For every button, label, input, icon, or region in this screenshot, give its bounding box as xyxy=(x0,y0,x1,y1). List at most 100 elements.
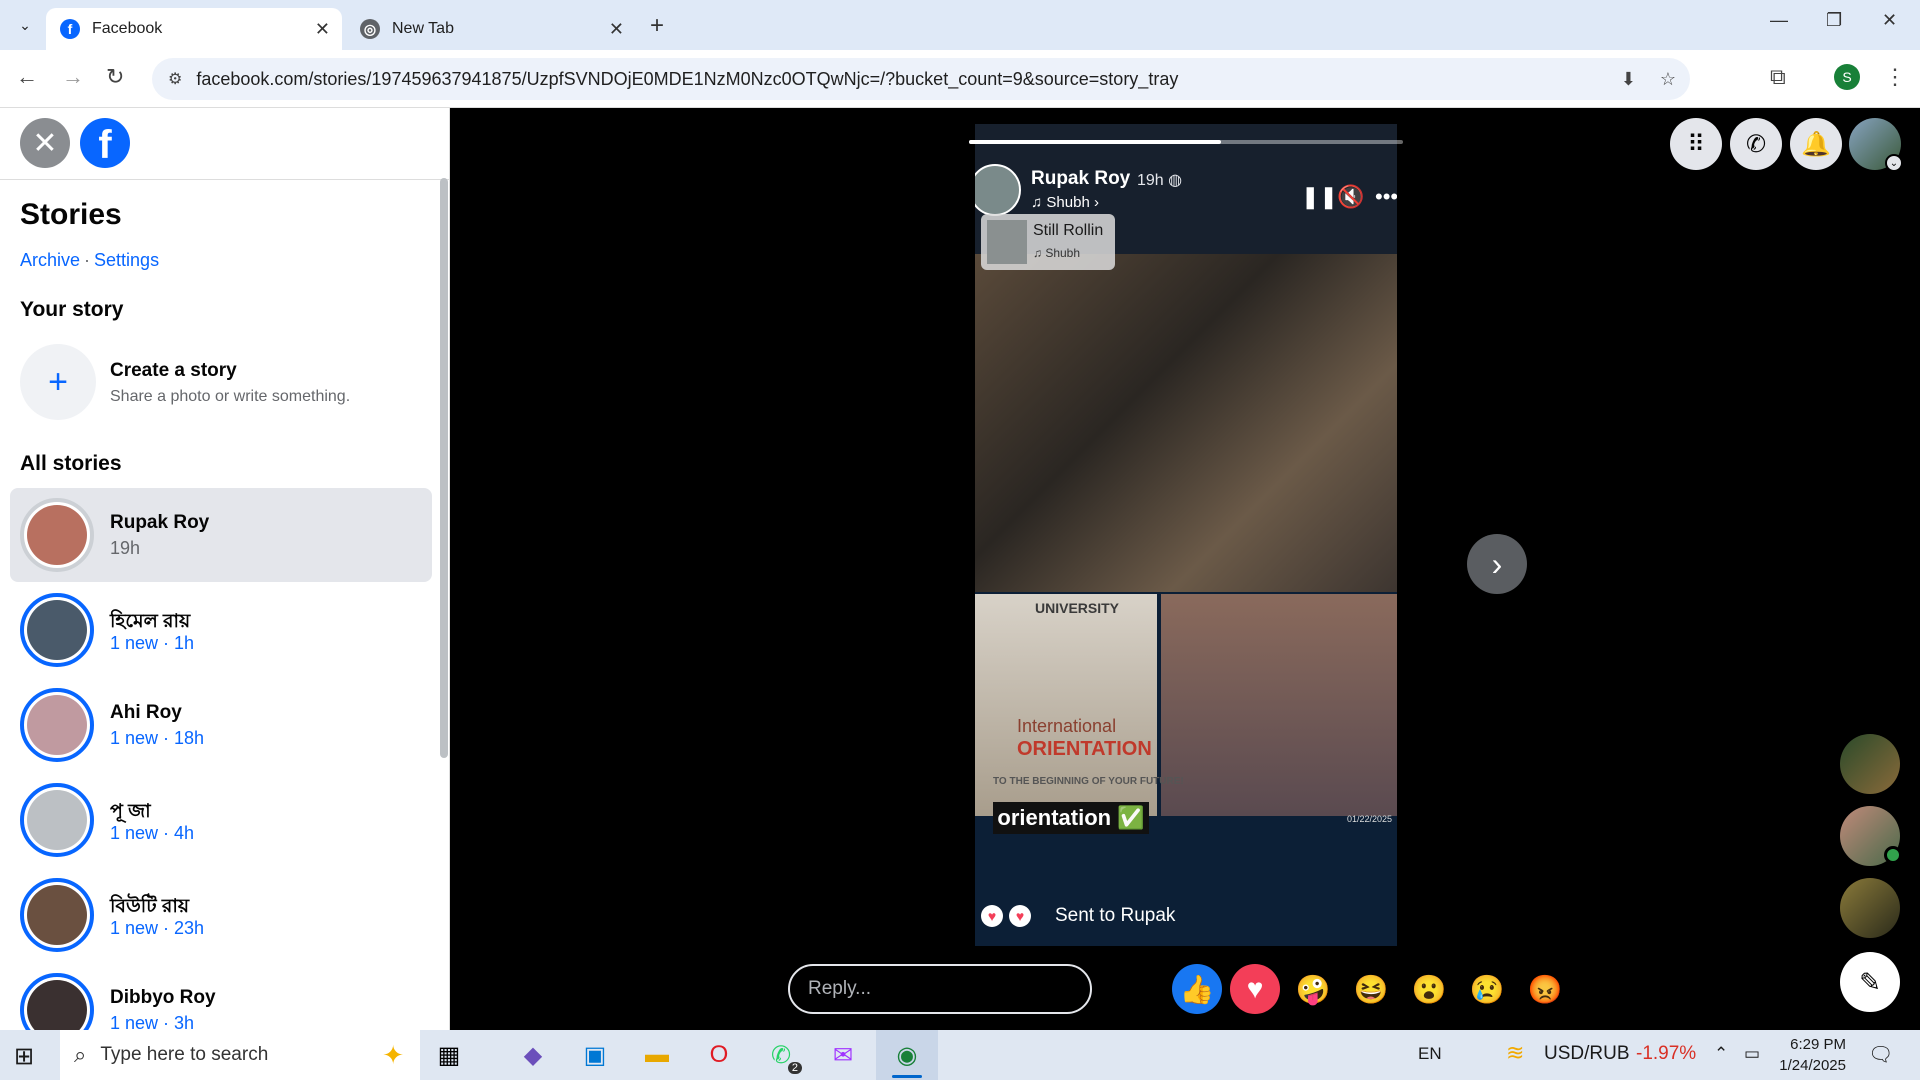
create-story-button[interactable]: + Create a story Share a photo or write … xyxy=(20,344,430,424)
care-reaction-button[interactable]: 🤪 xyxy=(1288,964,1338,1014)
browser-tab-bar: ⌄ f Facebook ✕ ◎ New Tab ✕ + — ❐ ✕ xyxy=(0,0,1920,50)
notifications-bell-icon[interactable]: 🔔 xyxy=(1790,118,1842,170)
story-author-name: Rupak Roy xyxy=(110,512,210,533)
notification-center-icon[interactable]: 🗨 xyxy=(1868,1042,1893,1067)
author-avatar[interactable] xyxy=(975,164,1021,216)
story-item-rupak-roy[interactable]: Rupak Roy 19h xyxy=(10,488,432,582)
task-view-icon[interactable]: ▦ xyxy=(432,1038,466,1072)
visual-studio-icon[interactable]: ◆ xyxy=(516,1038,550,1072)
sidebar-scrollbar[interactable] xyxy=(440,178,448,758)
archive-link[interactable]: Archive xyxy=(20,250,80,270)
avatar xyxy=(20,973,94,1030)
taskbar-search-placeholder: Type here to search xyxy=(100,1044,269,1065)
chrome-favicon-icon: ◎ xyxy=(360,19,380,39)
more-options-icon[interactable]: ••• xyxy=(1375,184,1397,210)
back-arrow-icon[interactable]: ← xyxy=(16,64,38,90)
story-item-puja[interactable]: পূ জা 1 new · 4h xyxy=(10,773,432,867)
device-icon[interactable]: ▭ xyxy=(1744,1044,1760,1064)
minimize-icon[interactable]: — xyxy=(1770,10,1788,31)
story-time: 19h ◍ xyxy=(1137,172,1183,189)
currency-widget-icon: ≋ xyxy=(1506,1040,1525,1065)
photo-text-international: International xyxy=(1017,716,1117,736)
chrome-menu-icon[interactable]: ⋮ xyxy=(1884,64,1906,90)
next-story-chevron-icon[interactable]: › xyxy=(1467,534,1527,594)
story-meta: 1 new · 1h xyxy=(110,633,195,653)
messenger-icon[interactable]: ✆ xyxy=(1730,118,1782,170)
extensions-puzzle-icon[interactable]: ⧉ xyxy=(1770,64,1786,90)
address-bar-row: ← → ↻ ⚙ facebook.com/stories/19745963794… xyxy=(0,50,1920,108)
sparkle-icon: ✦ xyxy=(382,1039,404,1070)
window-close-icon[interactable]: ✕ xyxy=(1882,10,1897,31)
menu-grid-icon[interactable]: ⠿ xyxy=(1670,118,1722,170)
tab-close-icon[interactable]: ✕ xyxy=(609,19,624,40)
omnibox[interactable]: ⚙ facebook.com/stories/197459637941875/U… xyxy=(152,58,1690,100)
haha-reaction-button[interactable]: 😆 xyxy=(1346,964,1396,1014)
mute-icon[interactable]: 🔇 xyxy=(1337,184,1364,210)
plus-icon: + xyxy=(20,344,96,420)
story-author-name[interactable]: Rupak Roy xyxy=(1031,168,1130,190)
opera-icon[interactable]: O xyxy=(702,1038,736,1072)
tab-search-chevron-icon[interactable]: ⌄ xyxy=(8,10,42,40)
reply-input[interactable]: Reply... xyxy=(788,964,1092,1014)
account-avatar[interactable]: ⌄ xyxy=(1849,118,1903,172)
windows-taskbar: ⊞ ⌕ Type here to search ✦ ▦ ◆ ▣ ▬ O ✆ 2 ✉… xyxy=(0,1030,1920,1080)
story-item-himel[interactable]: হিমেল রায় 1 new · 1h xyxy=(10,583,432,677)
story-item-ahi-roy[interactable]: Ahi Roy 1 new · 18h xyxy=(10,678,432,772)
tab-new-tab[interactable]: ◎ New Tab ✕ xyxy=(346,8,636,50)
windows-start-icon[interactable]: ⊞ xyxy=(14,1042,34,1071)
profile-avatar[interactable]: S xyxy=(1834,64,1860,90)
avatar xyxy=(20,688,94,762)
story-item-dibbyo-roy[interactable]: Dibbyo Roy 1 new · 3h xyxy=(10,963,432,1030)
settings-link[interactable]: Settings xyxy=(94,250,159,270)
wow-reaction-button[interactable]: 😮 xyxy=(1404,964,1454,1014)
story-viewer: UNIVERSITY International ORIENTATION TO … xyxy=(450,108,1920,1030)
contact-avatar[interactable] xyxy=(1840,734,1900,794)
taskbar-clock[interactable]: 6:29 PM 1/24/2025 xyxy=(1778,1034,1846,1076)
language-indicator[interactable]: EN xyxy=(1418,1044,1442,1064)
site-info-icon[interactable]: ⚙ xyxy=(168,69,182,89)
clock-date: 1/24/2025 xyxy=(1779,1057,1846,1074)
file-explorer-icon[interactable]: ▬ xyxy=(640,1038,674,1072)
microsoft-store-icon[interactable]: ▣ xyxy=(578,1038,612,1072)
story-meta: 1 new · 23h xyxy=(110,918,205,938)
heart-icon: ♥ xyxy=(981,905,1003,927)
story-card[interactable]: UNIVERSITY International ORIENTATION TO … xyxy=(975,124,1397,946)
tab-close-icon[interactable]: ✕ xyxy=(315,19,330,40)
pause-icon[interactable]: ❚❚ xyxy=(1301,184,1338,210)
story-item-beauty[interactable]: বিউটি রায় 1 new · 23h xyxy=(10,868,432,962)
restore-icon[interactable]: ❐ xyxy=(1826,10,1842,31)
sad-reaction-button[interactable]: 😢 xyxy=(1462,964,1512,1014)
install-app-icon[interactable]: ⬇ xyxy=(1621,69,1636,90)
new-message-compose-icon[interactable]: ✎ xyxy=(1840,952,1900,1012)
story-meta: 1 new · 4h xyxy=(110,823,195,843)
search-icon: ⌕ xyxy=(74,1042,87,1067)
story-music-link[interactable]: ♫ Shubh › xyxy=(1031,194,1099,211)
close-icon[interactable]: ✕ xyxy=(20,118,70,168)
angry-reaction-button[interactable]: 😡 xyxy=(1520,964,1570,1014)
new-tab-plus-icon[interactable]: + xyxy=(650,12,664,40)
music-sticker[interactable]: Still Rollin ♫ Shubh xyxy=(981,214,1115,270)
story-photo-group xyxy=(975,254,1397,592)
all-stories-heading: All stories xyxy=(20,452,122,475)
sent-text: Sent to Rupak xyxy=(1055,905,1176,926)
whatsapp-icon[interactable]: ✆ 2 xyxy=(764,1038,802,1074)
tray-chevron-up-icon[interactable]: ⌃ xyxy=(1714,1044,1728,1064)
tab-facebook[interactable]: f Facebook ✕ xyxy=(46,8,342,50)
photo-date: 01/22/2025 xyxy=(1347,814,1393,824)
facebook-logo-icon[interactable]: f xyxy=(80,118,130,168)
chrome-taskbar-button[interactable]: ◉ xyxy=(876,1030,938,1080)
taskbar-search[interactable]: ⌕ Type here to search ✦ xyxy=(60,1030,420,1080)
your-story-heading: Your story xyxy=(20,298,124,321)
ticker-name[interactable]: USD/RUB xyxy=(1544,1043,1630,1065)
ticker-change: -1.97% xyxy=(1636,1043,1697,1064)
photo-text-tagline: TO THE BEGINNING OF YOUR FUTURE! xyxy=(993,776,1184,787)
love-reaction-button[interactable]: ♥ xyxy=(1230,964,1280,1014)
messenger-app-icon[interactable]: ✉ xyxy=(826,1038,860,1072)
forward-arrow-icon[interactable]: → xyxy=(62,64,84,90)
music-thumbnail xyxy=(987,220,1027,264)
contact-avatar[interactable] xyxy=(1840,878,1900,938)
bookmark-star-icon[interactable]: ☆ xyxy=(1660,69,1676,90)
contact-avatar[interactable] xyxy=(1840,806,1902,866)
like-reaction-button[interactable]: 👍 xyxy=(1172,964,1222,1014)
reload-icon[interactable]: ↻ xyxy=(106,64,124,90)
